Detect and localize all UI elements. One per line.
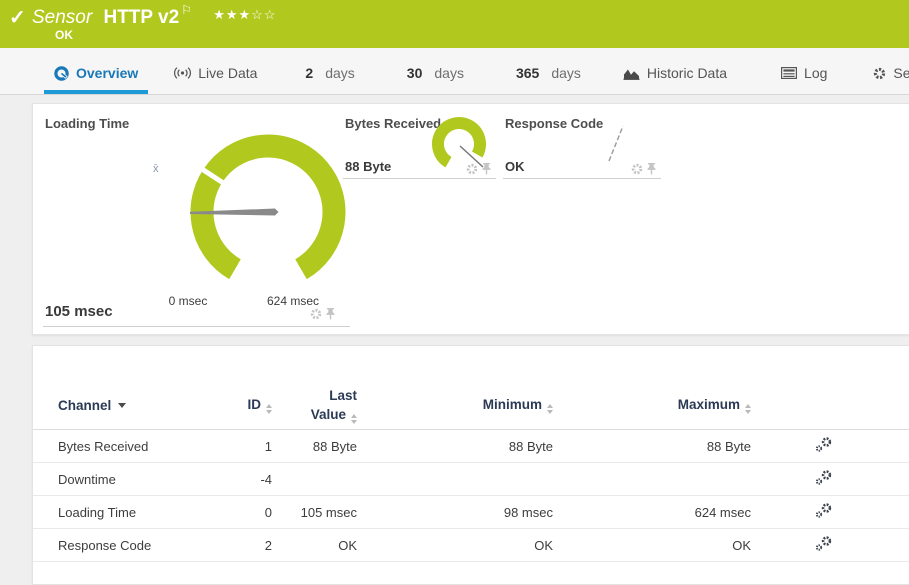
channel-max: 624 msec xyxy=(553,505,751,520)
table-row: Loading Time 0 105 msec 98 msec 624 msec xyxy=(33,496,909,529)
column-header-maximum[interactable]: Maximum xyxy=(553,397,751,414)
channel-name: Loading Time xyxy=(58,505,218,520)
loading-time-value: 105 msec xyxy=(45,303,113,320)
channel-id: 2 xyxy=(218,538,272,553)
gauges-panel: Loading Time x̄ 0 msec 624 msec 105 msec… xyxy=(32,103,909,335)
tab-30-days-unit: days xyxy=(434,65,464,81)
sensor-title-prefix: Sensor xyxy=(32,7,92,28)
tab-settings[interactable]: Settings xyxy=(863,65,909,94)
tab-2-days[interactable]: 2 days xyxy=(295,65,364,94)
flag-icon[interactable]: ⚐ xyxy=(181,3,192,17)
gauge-needle xyxy=(609,126,623,161)
channel-name: Response Code xyxy=(58,538,218,553)
channel-min: 88 Byte xyxy=(357,439,553,454)
channel-gear-icon[interactable] xyxy=(631,163,643,175)
channel-min: OK xyxy=(357,538,553,553)
tab-365-days[interactable]: 365 days xyxy=(506,65,591,94)
channel-id: -4 xyxy=(218,472,272,487)
channel-min: 98 msec xyxy=(357,505,553,520)
edit-channel-gears-icon[interactable] xyxy=(815,470,833,485)
channel-last: OK xyxy=(272,538,357,553)
channel-last: 88 Byte xyxy=(272,439,357,454)
channel-gear-icon[interactable] xyxy=(466,163,478,175)
sensor-title: Sensor HTTP v2⚐ ★★★☆☆ xyxy=(32,3,277,29)
loading-time-title: Loading Time xyxy=(45,116,129,131)
channels-table-panel: Channel ID Last Value Minimum Maximum By… xyxy=(32,345,909,585)
tab-live-data[interactable]: Live Data xyxy=(164,65,267,94)
tab-overview-label: Overview xyxy=(76,65,138,81)
tab-settings-label: Settings xyxy=(893,65,909,81)
channel-name: Bytes Received xyxy=(58,439,218,454)
sensor-status-text: OK xyxy=(55,28,73,42)
log-list-icon xyxy=(781,67,797,79)
gauge-min-label: 0 msec xyxy=(169,294,208,308)
column-header-minimum[interactable]: Minimum xyxy=(357,397,553,414)
loading-time-gauge xyxy=(168,122,368,297)
table-row: Downtime -4 xyxy=(33,463,909,496)
sensor-title-name: HTTP v2 xyxy=(103,7,179,28)
tab-log-label: Log xyxy=(804,65,827,81)
channel-last: 105 msec xyxy=(272,505,357,520)
tab-365-days-unit: days xyxy=(551,65,581,81)
gauge-max-label: 624 msec xyxy=(267,294,319,308)
tab-30-days-number: 30 xyxy=(407,65,423,81)
channel-id: 1 xyxy=(218,439,272,454)
edit-channel-gears-icon[interactable] xyxy=(815,536,833,551)
response-code-gauge xyxy=(603,120,629,166)
status-check-icon: ✓ xyxy=(9,5,26,30)
column-header-last-value[interactable]: Last Value xyxy=(272,387,357,423)
tab-bar: Overview Live Data 2days 30days 365days … xyxy=(0,48,909,95)
sort-icon xyxy=(745,404,751,414)
broadcast-icon xyxy=(174,66,191,80)
gauge-icon xyxy=(54,66,69,81)
response-code-value: OK xyxy=(505,159,525,174)
column-header-id[interactable]: ID xyxy=(218,397,272,414)
channel-max: OK xyxy=(553,538,751,553)
table-header-row: Channel ID Last Value Minimum Maximum xyxy=(33,382,909,430)
tab-30-days[interactable]: 30 days xyxy=(397,65,474,94)
pin-icon[interactable] xyxy=(326,308,335,320)
table-row: Response Code 2 OK OK OK xyxy=(33,529,909,562)
channel-max: 88 Byte xyxy=(553,439,751,454)
gear-icon xyxy=(873,67,886,80)
tab-log[interactable]: Log xyxy=(771,65,837,94)
average-marker: x̄ xyxy=(153,163,159,175)
channel-id: 0 xyxy=(218,505,272,520)
channel-name: Downtime xyxy=(58,472,218,487)
sort-caret-icon xyxy=(118,403,126,408)
tab-historic-data-label: Historic Data xyxy=(647,65,727,81)
edit-channel-gears-icon[interactable] xyxy=(815,503,833,518)
tab-historic-data[interactable]: Historic Data xyxy=(613,65,737,94)
response-code-title: Response Code xyxy=(505,116,603,131)
divider xyxy=(43,326,350,327)
area-chart-icon xyxy=(623,67,640,80)
edit-channel-gears-icon[interactable] xyxy=(815,437,833,452)
pin-icon[interactable] xyxy=(482,163,491,175)
priority-stars[interactable]: ★★★☆☆ xyxy=(213,7,276,22)
tab-overview[interactable]: Overview xyxy=(44,65,148,94)
column-header-channel[interactable]: Channel xyxy=(58,398,218,413)
pin-icon[interactable] xyxy=(647,163,656,175)
bytes-received-value: 88 Byte xyxy=(345,159,391,174)
tab-2-days-unit: days xyxy=(325,65,355,81)
table-row: Bytes Received 1 88 Byte 88 Byte 88 Byte xyxy=(33,430,909,463)
sort-icon xyxy=(351,414,357,424)
tab-365-days-number: 365 xyxy=(516,65,539,81)
sensor-header: ✓ Sensor HTTP v2⚐ ★★★☆☆ OK xyxy=(0,0,909,48)
divider xyxy=(503,178,661,179)
tab-live-data-label: Live Data xyxy=(198,65,257,81)
channel-gear-icon[interactable] xyxy=(310,308,322,320)
divider xyxy=(343,178,496,179)
tab-2-days-number: 2 xyxy=(305,65,313,81)
